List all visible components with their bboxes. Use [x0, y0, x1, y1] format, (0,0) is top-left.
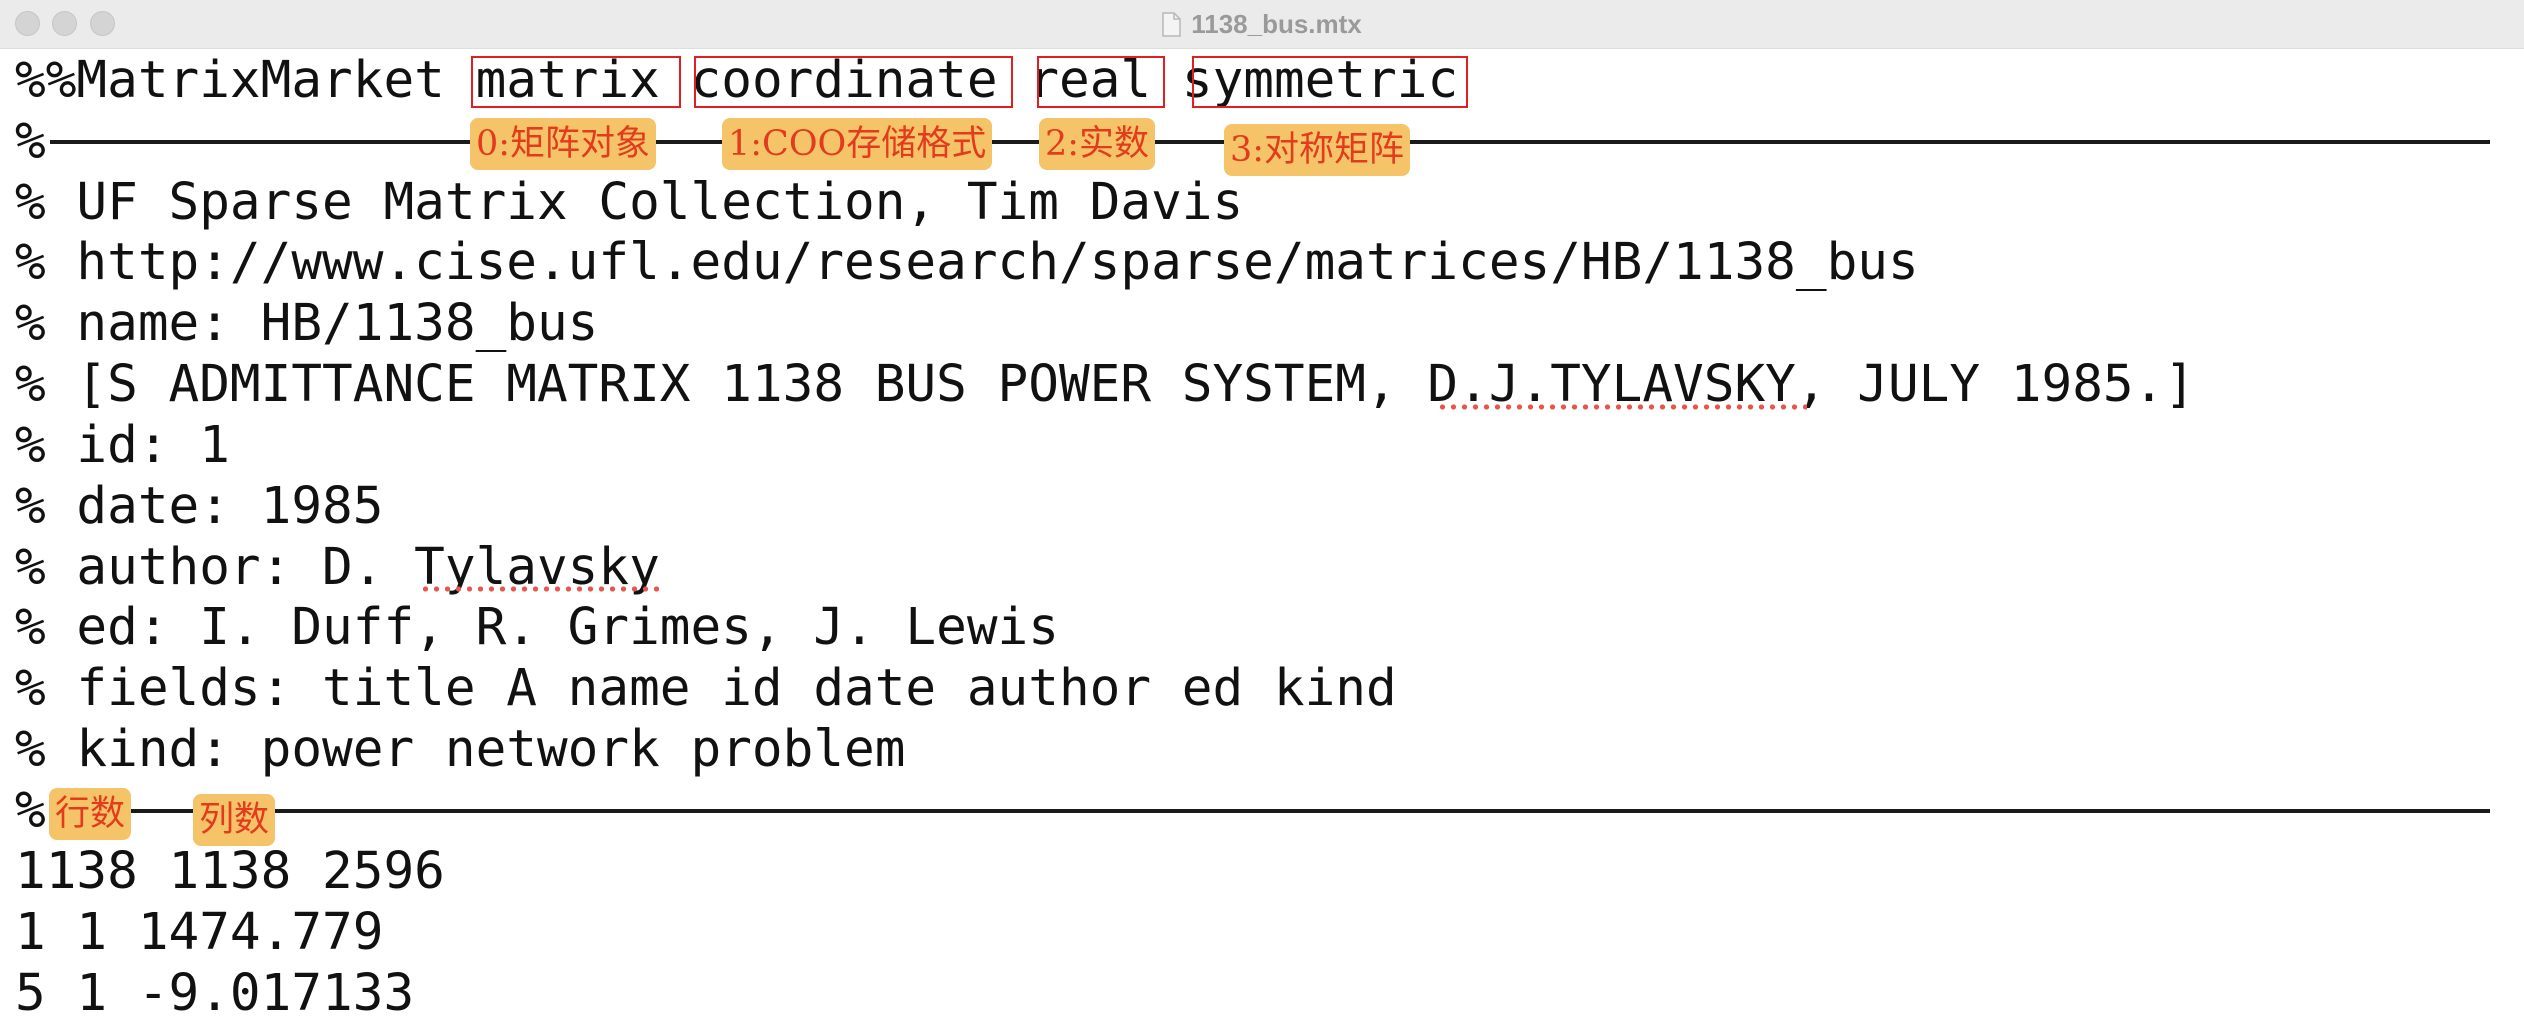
comment-line: % UF Sparse Matrix Collection, Tim Davis — [15, 173, 1244, 232]
comment-line: % date: 1985 — [15, 477, 384, 536]
entry-line: 5 1 -9.017133 — [15, 964, 415, 1023]
box-coordinate — [694, 56, 1013, 108]
comment-line: % name: HB/1138_bus — [15, 294, 599, 353]
tag-real: 2:实数 — [1039, 118, 1156, 170]
spellcheck-underline — [1437, 403, 1807, 411]
separator-percent-2: % — [15, 781, 46, 840]
comment-line: % http://www.cise.ufl.edu/research/spars… — [15, 233, 1919, 292]
comment-line: % kind: power network problem — [15, 720, 906, 779]
box-real — [1037, 56, 1165, 108]
window-title: 1138_bus.mtx — [0, 0, 2524, 48]
window-titlebar: 1138_bus.mtx — [0, 0, 2524, 49]
comment-line: % ed: I. Duff, R. Grimes, J. Lewis — [15, 598, 1059, 657]
separator-percent-1: % — [15, 112, 46, 171]
entry-line: 1 1 1474.779 — [15, 903, 384, 962]
tag-row-count: 行数 — [49, 788, 132, 840]
tag-column-count: 列数 — [193, 794, 276, 846]
document-icon — [1162, 11, 1181, 37]
spellcheck-underline — [420, 585, 660, 593]
comment-line: % id: 1 — [15, 416, 230, 475]
tag-matrix-object: 0:矩阵对象 — [470, 118, 657, 170]
size-line: 1138 1138 2596 — [15, 842, 445, 901]
tag-coo-format: 1:COO存储格式 — [722, 118, 993, 170]
tag-symmetric: 3:对称矩阵 — [1224, 124, 1411, 176]
header-prefix: %%MatrixMarket — [15, 51, 445, 110]
window-title-text: 1138_bus.mtx — [1191, 8, 1362, 39]
separator-rule-2 — [50, 809, 2490, 813]
box-matrix — [471, 56, 681, 108]
text-editor[interactable]: %%MatrixMarket matrix coordinate real sy… — [0, 48, 2524, 1032]
comment-line: % [S ADMITTANCE MATRIX 1138 BUS POWER SY… — [15, 355, 2196, 414]
comment-line: % fields: title A name id date author ed… — [15, 659, 1397, 718]
box-symmetric — [1192, 56, 1468, 108]
